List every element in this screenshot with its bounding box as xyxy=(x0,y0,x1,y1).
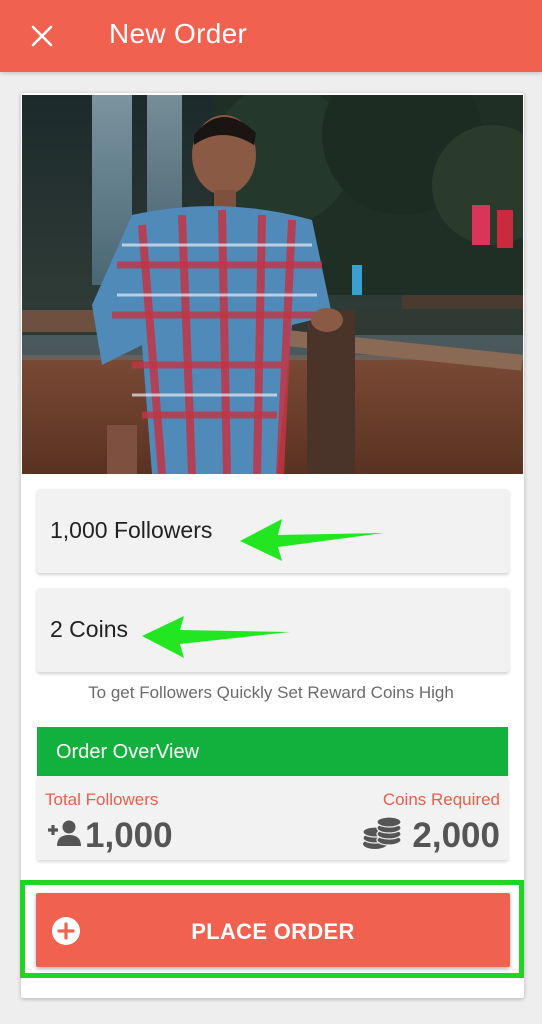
coins-stack-icon xyxy=(362,816,402,849)
reward-hint: To get Followers Quickly Set Reward Coin… xyxy=(88,683,454,702)
close-button[interactable] xyxy=(22,16,62,56)
place-order-button[interactable]: PLACE ORDER xyxy=(36,893,510,967)
coins-required-label: Coins Required xyxy=(382,790,500,809)
add-person-icon xyxy=(48,820,81,846)
order-overview-header: Order OverView xyxy=(37,727,508,776)
annotation-arrow-followers xyxy=(240,519,384,561)
place-order-label: PLACE ORDER xyxy=(191,919,355,944)
coins-value: 2 Coins xyxy=(50,616,128,642)
annotation-arrow-coins xyxy=(142,616,290,658)
profile-photo xyxy=(22,95,523,474)
followers-value: 1,000 Followers xyxy=(50,517,213,543)
app-bar: New Order xyxy=(0,0,542,72)
close-icon xyxy=(31,25,53,47)
order-overview-body: Total Followers 1,000 Coins Required 2,0… xyxy=(37,776,508,860)
total-followers-value: 1,000 xyxy=(85,816,173,855)
coins-required-value: 2,000 xyxy=(412,816,500,855)
order-overview-title: Order OverView xyxy=(56,741,200,763)
photo-image xyxy=(22,95,523,474)
page-title: New Order xyxy=(109,18,248,49)
total-followers-label: Total Followers xyxy=(45,790,159,809)
